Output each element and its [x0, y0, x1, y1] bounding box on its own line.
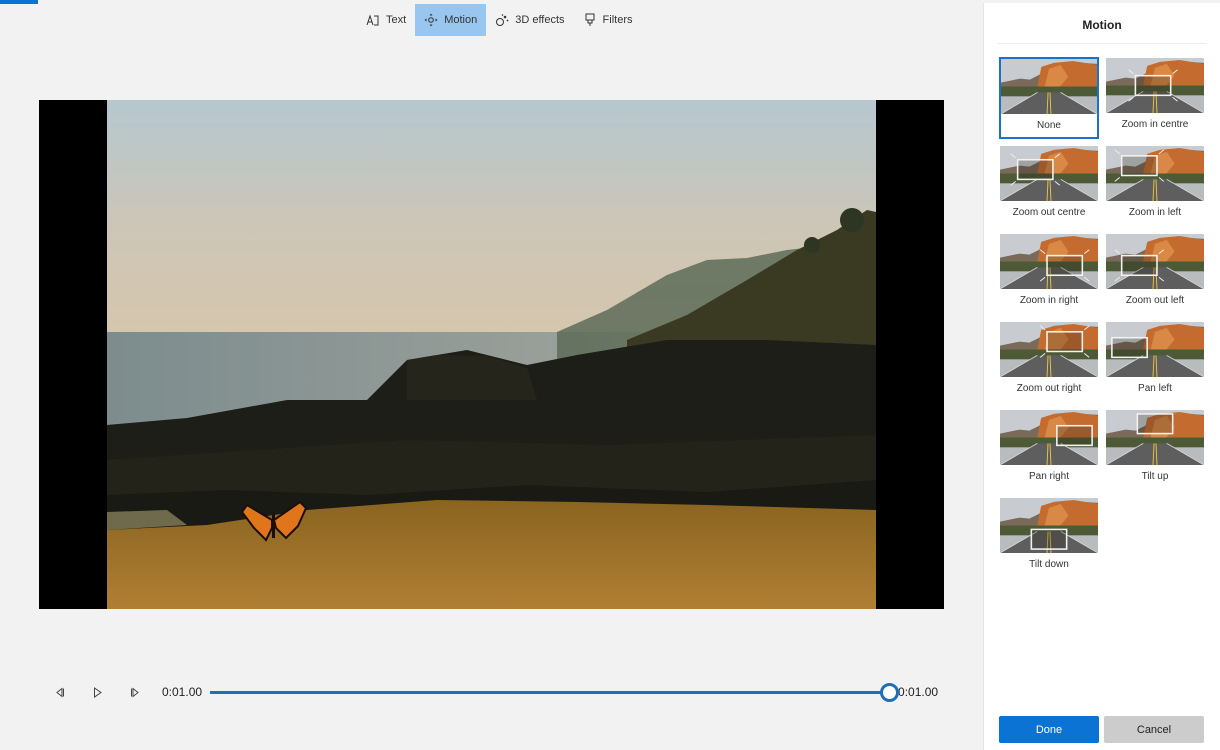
tab-motion[interactable]: Motion: [415, 4, 487, 36]
cancel-button[interactable]: Cancel: [1104, 716, 1204, 743]
done-button[interactable]: Done: [999, 716, 1099, 743]
video-preview[interactable]: [39, 100, 944, 609]
motion-thumbnail: [1106, 146, 1204, 201]
motion-option-zoom-in-left[interactable]: Zoom in left: [1105, 145, 1205, 227]
motion-options-grid: None Zoom in centre Zoom out centre Zoom…: [999, 57, 1207, 579]
motion-option-zoom-in-right[interactable]: Zoom in right: [999, 233, 1099, 315]
motion-option-zoom-out-right[interactable]: Zoom out right: [999, 321, 1099, 403]
motion-option-label: Zoom in centre: [1121, 119, 1189, 130]
motion-panel: Motion None Zoom in centre Zoom out cent…: [983, 3, 1220, 750]
tab-filters[interactable]: Filters: [574, 4, 642, 36]
motion-thumbnail: [1000, 322, 1098, 377]
current-time: 0:01.00: [162, 685, 203, 699]
motion-thumbnail: [1000, 410, 1098, 465]
motion-option-label: Tilt up: [1141, 471, 1169, 482]
end-time: 0:01.00: [898, 685, 939, 699]
motion-option-zoom-out-centre[interactable]: Zoom out centre: [999, 145, 1099, 227]
tab-motion-label: Motion: [444, 14, 478, 26]
motion-option-label: Zoom out left: [1125, 295, 1185, 306]
motion-option-pan-left[interactable]: Pan left: [1105, 321, 1205, 403]
motion-option-label: Zoom out centre: [1012, 207, 1086, 218]
motion-option-label: Zoom out right: [1016, 383, 1082, 394]
motion-option-label: Zoom in right: [1019, 295, 1079, 306]
seek-progress: [210, 691, 891, 694]
effects-toolbar: Text Motion 3D effects Filters: [357, 4, 642, 36]
motion-thumbnail: [1106, 234, 1204, 289]
motion-thumbnail: [1000, 234, 1098, 289]
tab-text[interactable]: Text: [357, 4, 415, 36]
motion-option-label: Zoom in left: [1128, 207, 1182, 218]
tab-3d-effects-label: 3D effects: [515, 14, 565, 26]
preview-image-beach: [107, 100, 876, 609]
3d-effects-icon: [496, 14, 509, 26]
motion-thumbnail: [1001, 59, 1097, 114]
step-forward-icon: [130, 686, 139, 698]
motion-thumbnail: [1106, 322, 1204, 377]
motion-option-none[interactable]: None: [999, 57, 1099, 139]
seek-slider[interactable]: [210, 682, 900, 702]
motion-option-label: Pan right: [1028, 471, 1070, 482]
motion-icon: [424, 13, 438, 27]
filters-icon: [585, 13, 595, 26]
motion-thumbnail: [1000, 146, 1098, 201]
motion-option-zoom-in-centre[interactable]: Zoom in centre: [1105, 57, 1205, 139]
tab-text-label: Text: [386, 14, 407, 26]
next-frame-button[interactable]: [116, 676, 154, 708]
seek-thumb[interactable]: [880, 683, 900, 702]
panel-title: Motion: [1082, 18, 1122, 32]
motion-option-pan-right[interactable]: Pan right: [999, 409, 1099, 491]
motion-option-tilt-up[interactable]: Tilt up: [1105, 409, 1205, 491]
motion-thumbnail: [1000, 498, 1098, 553]
motion-option-tilt-down[interactable]: Tilt down: [999, 497, 1099, 579]
previous-frame-button[interactable]: [40, 676, 78, 708]
motion-option-label: None: [1037, 120, 1061, 131]
motion-option-label: Pan left: [1138, 383, 1172, 394]
play-button[interactable]: [78, 676, 116, 708]
playback-controls: 0:01.00 0:01.00: [40, 676, 945, 708]
panel-divider: [998, 43, 1206, 44]
tab-filters-label: Filters: [602, 14, 633, 26]
motion-thumbnail: [1106, 58, 1204, 113]
motion-option-zoom-out-left[interactable]: Zoom out left: [1105, 233, 1205, 315]
step-back-icon: [55, 686, 64, 698]
motion-option-label: Tilt down: [1029, 559, 1069, 570]
play-icon: [93, 686, 102, 698]
tab-3d-effects[interactable]: 3D effects: [486, 4, 573, 36]
window-accent-bar: [0, 0, 38, 4]
text-icon: [366, 14, 379, 26]
motion-thumbnail: [1106, 410, 1204, 465]
